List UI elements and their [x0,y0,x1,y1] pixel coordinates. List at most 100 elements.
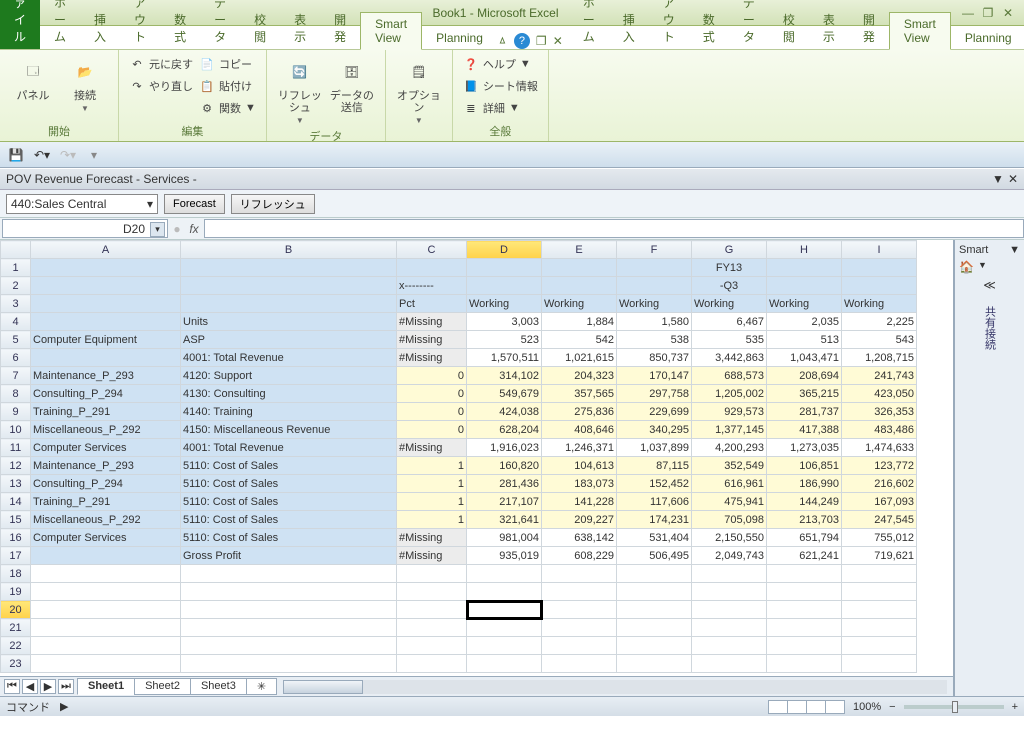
forecast-button[interactable]: Forecast [164,194,225,214]
cell[interactable]: 5110: Cost of Sales [181,511,397,529]
cell[interactable]: 0 [397,403,467,421]
cell[interactable]: 340,295 [617,421,692,439]
select-all-corner[interactable] [1,241,31,259]
row-header[interactable]: 7 [1,367,31,385]
cell[interactable] [181,655,397,673]
cell[interactable] [467,601,542,619]
name-box[interactable]: D20 ▾ [2,219,168,238]
cell[interactable]: 621,241 [767,547,842,565]
chevron-down-icon[interactable]: ▼ [978,260,987,274]
help-button[interactable]: ❓ヘルプ ▼ [463,54,538,74]
cell[interactable]: 1 [397,475,467,493]
ribbon-tab[interactable]: 表示 [809,7,849,49]
cell[interactable]: Units [181,313,397,331]
cell[interactable]: 229,699 [617,403,692,421]
cell[interactable]: 297,758 [617,385,692,403]
row-header[interactable]: 5 [1,331,31,349]
cell[interactable]: 0 [397,367,467,385]
cell[interactable]: 3,442,863 [692,349,767,367]
cell[interactable]: 0 [397,385,467,403]
ribbon-tab[interactable]: データ [729,0,769,49]
pov-member-combo[interactable]: 440:Sales Central▾ [6,194,158,214]
column-header[interactable]: I [842,241,917,259]
sheetinfo-button[interactable]: 📘シート情報 [463,76,538,96]
panel-button[interactable]: 🗔 パネル [10,54,56,121]
cell[interactable] [617,565,692,583]
ribbon-tab[interactable]: Planning [951,27,1024,49]
cell[interactable] [617,583,692,601]
cell[interactable]: 513 [767,331,842,349]
cell[interactable]: 531,404 [617,529,692,547]
column-header[interactable]: A [31,241,181,259]
cell[interactable]: #Missing [397,547,467,565]
cell[interactable] [31,349,181,367]
cell[interactable] [767,583,842,601]
cell[interactable]: 929,573 [692,403,767,421]
cell[interactable] [181,619,397,637]
pov-close-icon[interactable]: ✕ [1008,172,1018,186]
options-button[interactable]: 🗒 オプション▼ [396,54,442,126]
cell[interactable]: Computer Services [31,529,181,547]
ribbon-tab[interactable]: 挿入 [80,7,120,49]
cell[interactable] [842,565,917,583]
cell[interactable]: 2,150,550 [692,529,767,547]
ribbon-tab[interactable]: ホーム [569,0,609,49]
cell[interactable]: 281,436 [467,475,542,493]
cell[interactable]: 5110: Cost of Sales [181,457,397,475]
sheet-nav-last[interactable]: ⏭ [58,679,74,694]
cell[interactable] [397,619,467,637]
cell[interactable] [31,313,181,331]
cell[interactable] [467,637,542,655]
cell[interactable]: 542 [542,331,617,349]
cell[interactable] [31,655,181,673]
cell[interactable] [181,565,397,583]
cell[interactable] [617,601,692,619]
column-header[interactable]: H [767,241,842,259]
row-header[interactable]: 4 [1,313,31,331]
cell[interactable]: 352,549 [692,457,767,475]
cell[interactable]: Consulting_P_294 [31,475,181,493]
cell[interactable]: 1,273,035 [767,439,842,457]
connect-button[interactable]: 📂 接続▼ [62,54,108,121]
cell[interactable]: 1,021,615 [542,349,617,367]
cell[interactable]: 4130: Consulting [181,385,397,403]
row-header[interactable]: 21 [1,619,31,637]
cell[interactable]: Computer Services [31,439,181,457]
cell[interactable]: 1,246,371 [542,439,617,457]
ribbon-tab[interactable]: ページ レイアウト [649,0,689,49]
cell[interactable] [617,655,692,673]
cell[interactable]: 216,602 [842,475,917,493]
view-buttons[interactable] [769,700,845,714]
fx-icon[interactable]: fx [184,222,204,236]
cell[interactable]: 174,231 [617,511,692,529]
cell[interactable] [397,583,467,601]
cell[interactable]: 408,646 [542,421,617,439]
cell[interactable]: Maintenance_P_293 [31,367,181,385]
row-header[interactable]: 13 [1,475,31,493]
row-header[interactable]: 11 [1,439,31,457]
row-header[interactable]: 19 [1,583,31,601]
sheet-nav-first[interactable]: ⏮ [4,679,20,694]
paste-button[interactable]: 📋貼付け [199,76,256,96]
shared-conn-label[interactable]: 共有接続 [982,306,998,350]
side-panel-dropdown-icon[interactable]: ▼ [1009,244,1020,256]
cell[interactable]: 1 [397,493,467,511]
cell[interactable]: 755,012 [842,529,917,547]
cell[interactable]: 616,961 [692,475,767,493]
cell[interactable]: 275,836 [542,403,617,421]
cell[interactable]: 651,794 [767,529,842,547]
cell[interactable]: #Missing [397,313,467,331]
close-button[interactable]: ✕ [998,6,1018,20]
row-header[interactable]: 18 [1,565,31,583]
cell[interactable]: 608,229 [542,547,617,565]
column-header[interactable]: E [542,241,617,259]
cell[interactable]: 281,737 [767,403,842,421]
cell[interactable] [467,619,542,637]
undo-button[interactable]: ↶元に戻す [129,54,193,74]
cell[interactable]: 538 [617,331,692,349]
cell[interactable]: 183,073 [542,475,617,493]
cell[interactable] [617,637,692,655]
ribbon-tab[interactable]: 数式 [160,7,200,49]
cell[interactable]: ASP [181,331,397,349]
home-icon[interactable]: 🏠 [959,260,974,274]
